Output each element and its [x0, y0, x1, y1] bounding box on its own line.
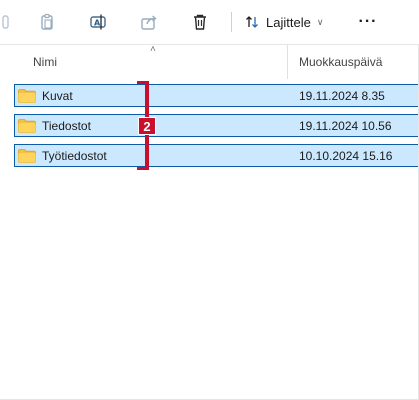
folder-icon [18, 88, 36, 103]
more-options-button[interactable]: ··· [350, 8, 386, 36]
delete-button[interactable] [186, 8, 214, 36]
paste-button[interactable] [33, 8, 61, 36]
annotation-badge: 2 [138, 117, 156, 135]
column-header-date-modified[interactable]: Muokkauspäivä [287, 45, 419, 79]
file-date: 10.10.2024 15.16 [299, 148, 393, 163]
rename-icon: A [90, 14, 106, 30]
sort-label: Lajittele [266, 14, 311, 30]
file-row-tyotiedostot[interactable]: Työtiedostot 10.10.2024 15.16 [14, 144, 419, 167]
file-name: Työtiedostot [42, 148, 107, 163]
cut-icon [2, 15, 9, 29]
file-name: Tiedostot [42, 118, 91, 133]
rename-button[interactable]: A [84, 8, 112, 36]
file-date: 19.11.2024 10.56 [299, 118, 392, 133]
annotation-bracket-top [137, 81, 149, 84]
svg-text:A: A [94, 19, 101, 28]
chevron-down-icon: ∨ [316, 16, 324, 27]
file-row-kuvat[interactable]: Kuvat 19.11.2024 8.35 [14, 84, 419, 107]
share-button[interactable] [135, 8, 163, 36]
share-icon [141, 15, 157, 30]
command-bar: A Lajittele ∨ ··· [0, 0, 419, 44]
sort-arrows-icon [246, 16, 258, 28]
file-name: Kuvat [42, 88, 73, 103]
cut-button[interactable] [0, 8, 14, 36]
sort-button[interactable]: Lajittele ∨ [244, 8, 323, 36]
file-date: 19.11.2024 8.35 [299, 88, 385, 103]
column-header-name[interactable]: Nimi [16, 45, 286, 79]
toolbar-separator [231, 12, 232, 32]
annotation-bracket-bottom [137, 167, 149, 170]
delete-icon [194, 14, 206, 30]
folder-icon [18, 148, 36, 163]
file-row-tiedostot[interactable]: Tiedostot 19.11.2024 10.56 [14, 114, 419, 137]
paste-icon [41, 13, 53, 30]
folder-icon [18, 118, 36, 133]
